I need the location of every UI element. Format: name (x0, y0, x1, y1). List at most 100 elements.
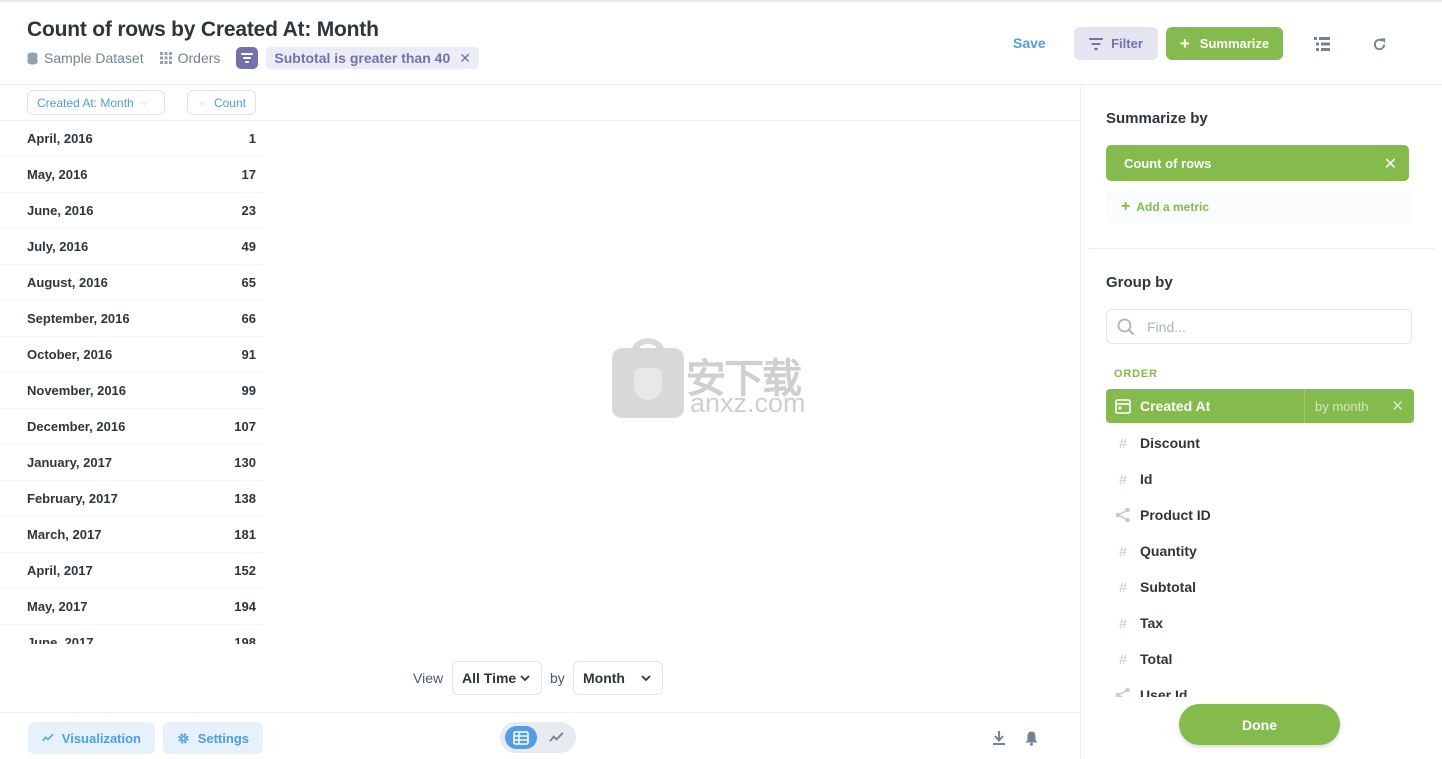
cell-month: October, 2016 (27, 347, 113, 362)
summarize-button[interactable]: + Summarize (1166, 27, 1283, 60)
field-quantity[interactable]: # Quantity (1106, 533, 1414, 569)
table-row[interactable]: January, 2017 130 (0, 445, 262, 481)
add-metric-button[interactable]: + Add a metric (1106, 191, 1412, 223)
table-row[interactable]: July, 2016 49 (0, 229, 262, 265)
column-header-created-at[interactable]: Created At: Month ⌵ (27, 90, 165, 115)
refresh-icon[interactable] (1370, 35, 1388, 53)
field-discount[interactable]: # Discount (1106, 425, 1414, 461)
summarize-by-heading: Summarize by (1106, 110, 1208, 127)
cell-month: June, 2017 (27, 635, 94, 644)
field-subtotal[interactable]: # Subtotal (1106, 569, 1414, 605)
field-label: Tax (1140, 615, 1164, 631)
filter-pill-label: Subtotal is greater than 40 (274, 50, 451, 66)
table-row[interactable]: June, 2017 198 (0, 625, 262, 644)
temporal-bucket-selector[interactable]: by month (1304, 389, 1368, 423)
gear-icon (178, 732, 189, 744)
cell-month: June, 2016 (27, 203, 94, 218)
remove-filter-icon[interactable]: ✕ (459, 50, 471, 67)
field-id[interactable]: # Id (1106, 461, 1414, 497)
cell-count: 23 (241, 203, 256, 218)
field-product-id[interactable]: Product ID (1106, 497, 1414, 533)
table-row[interactable]: April, 2016 1 (0, 121, 262, 157)
download-icon[interactable] (992, 730, 1006, 746)
cell-count: 198 (234, 635, 256, 644)
number-icon: # (1119, 651, 1127, 667)
cell-count: 194 (234, 599, 256, 614)
cell-count: 65 (241, 275, 256, 290)
remove-metric-icon[interactable]: ✕ (1384, 154, 1397, 174)
table-row[interactable]: May, 2017 194 (0, 589, 262, 625)
remove-breakout-icon[interactable]: ✕ (1391, 397, 1404, 415)
save-button[interactable]: Save (1013, 35, 1046, 51)
group-by-search-input[interactable]: Find... (1106, 309, 1412, 344)
done-button[interactable]: Done (1179, 704, 1340, 745)
field-created-at[interactable]: Created At by month ✕ (1106, 389, 1414, 423)
breadcrumb: Sample Dataset Orders Subtotal is greate… (27, 47, 479, 69)
table-row[interactable]: May, 2016 17 (0, 157, 262, 193)
field-user-id[interactable]: User Id (1106, 677, 1414, 697)
field-label: Subtotal (1140, 579, 1196, 595)
column-header-label: Count (213, 95, 246, 110)
watermark-logo: 安下载 anxz.com (612, 338, 826, 420)
cell-count: 138 (234, 491, 256, 506)
crumb-table[interactable]: Orders (159, 50, 220, 66)
table-icon (513, 730, 529, 745)
chevron-down-icon (641, 675, 651, 682)
column-header-label: Created At: Month (37, 95, 134, 110)
table-row[interactable]: February, 2017 138 (0, 481, 262, 517)
settings-button[interactable]: Settings (163, 722, 263, 754)
table-row[interactable]: April, 2017 152 (0, 553, 262, 589)
time-range-select[interactable]: All Time (452, 661, 542, 695)
table-row[interactable]: August, 2016 65 (0, 265, 262, 301)
visualization-button[interactable]: Visualization (28, 722, 155, 754)
summarize-button-label: Summarize (1199, 36, 1270, 51)
table-row[interactable]: September, 2016 66 (0, 301, 262, 337)
column-header-count[interactable]: ⌵ Count (187, 90, 256, 115)
divider (1089, 248, 1435, 249)
add-metric-label: Add a metric (1136, 200, 1210, 214)
connection-icon (1106, 687, 1140, 697)
field-tax[interactable]: # Tax (1106, 605, 1414, 641)
filter-toggle-button[interactable] (236, 47, 259, 69)
field-total[interactable]: # Total (1106, 641, 1414, 677)
table-row[interactable]: November, 2016 99 (0, 373, 262, 409)
cell-count: 17 (241, 167, 256, 182)
field-label: Total (1140, 651, 1173, 667)
cell-count: 1 (248, 131, 256, 146)
cell-month: April, 2016 (27, 131, 93, 146)
table-row[interactable]: December, 2016 107 (0, 409, 262, 445)
number-icon: # (1119, 435, 1127, 451)
cell-count: 66 (241, 311, 256, 326)
query-header: Count of rows by Created At: Month Sampl… (0, 2, 1442, 85)
field-label: Id (1140, 471, 1153, 487)
table-row[interactable]: March, 2017 181 (0, 517, 262, 553)
plus-icon: + (1121, 198, 1131, 215)
granularity-select[interactable]: Month (573, 661, 663, 695)
filter-button[interactable]: Filter (1074, 27, 1158, 60)
number-icon: # (1119, 471, 1127, 487)
cell-month: May, 2016 (27, 167, 88, 182)
line-chart-icon (548, 732, 564, 742)
crumb-database[interactable]: Sample Dataset (27, 50, 144, 66)
chevron-down-icon: ⌵ (140, 97, 148, 107)
field-label: User Id (1140, 687, 1188, 697)
cell-count: 181 (234, 527, 256, 542)
line-chart-icon (42, 733, 54, 742)
field-label: Quantity (1140, 543, 1197, 559)
filter-icon (1089, 37, 1104, 50)
bell-icon[interactable] (1024, 730, 1039, 746)
view-label: View (413, 670, 444, 686)
table-row[interactable]: June, 2016 23 (0, 193, 262, 229)
cell-count: 91 (241, 347, 256, 362)
metric-pill[interactable]: Count of rows ✕ (1106, 145, 1409, 181)
table-row[interactable]: October, 2016 91 (0, 337, 262, 373)
chart-view-toggle[interactable] (542, 726, 570, 749)
table-view-toggle[interactable] (505, 726, 537, 749)
summarize-sidebar: Summarize by Count of rows ✕ + Add a met… (1080, 85, 1442, 759)
cell-count: 99 (241, 383, 256, 398)
cell-month: August, 2016 (27, 275, 108, 290)
filter-pill[interactable]: Subtotal is greater than 40 ✕ (266, 47, 479, 69)
display-mode-toggle (500, 722, 576, 753)
cell-month: February, 2017 (27, 491, 118, 506)
notebook-toggle-icon[interactable] (1313, 35, 1331, 53)
